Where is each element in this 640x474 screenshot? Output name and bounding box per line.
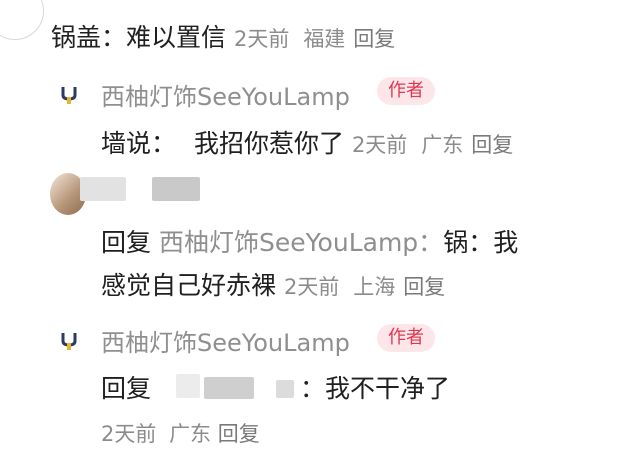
reply-row: 墙说： 我招你惹你了 2天前 广东 回复 bbox=[101, 124, 513, 160]
reply-prefix: 回复 bbox=[101, 228, 152, 257]
reply-button[interactable]: 回复 bbox=[218, 422, 260, 446]
comment-location: 福建 bbox=[303, 27, 346, 51]
reply-text: 我招你惹你了 bbox=[193, 129, 344, 158]
blurred-username bbox=[276, 380, 294, 398]
avatar[interactable] bbox=[0, 0, 44, 40]
commenter-name[interactable]: 锅盖： bbox=[51, 23, 126, 52]
comment-text: 难以置信 bbox=[126, 23, 227, 52]
reply-location: 上海 bbox=[353, 275, 396, 299]
blurred-username bbox=[152, 177, 200, 201]
reply-prefix: 回复 bbox=[101, 374, 152, 403]
blurred-username bbox=[80, 177, 126, 201]
blurred-username bbox=[176, 374, 200, 398]
reply-time: 2天前 bbox=[351, 133, 408, 157]
reply-row: 回复 bbox=[101, 369, 151, 405]
reply-row-continued: 感觉自己好赤裸 2天前 上海 回复 bbox=[101, 266, 445, 302]
reply-button[interactable]: 回复 bbox=[471, 133, 513, 157]
reply-button[interactable]: 回复 bbox=[403, 275, 445, 299]
comment-time: 2天前 bbox=[233, 27, 290, 51]
author-name[interactable]: 西柚灯饰SeeYouLamp bbox=[101, 77, 350, 112]
author-badge: 作者 bbox=[377, 324, 435, 352]
author-badge: 作者 bbox=[377, 77, 435, 105]
comment-row: 锅盖：难以置信 2天前 福建 回复 bbox=[51, 18, 395, 54]
reply-time: 2天前 bbox=[101, 422, 157, 446]
reply-target[interactable]: 墙说： bbox=[101, 129, 176, 158]
reply-meta: 2天前 广东 回复 bbox=[101, 418, 260, 448]
reply-target[interactable]: 西柚灯饰SeeYouLamp： bbox=[159, 228, 443, 257]
reply-text: 感觉自己好赤裸 bbox=[101, 271, 277, 300]
reply-location: 广东 bbox=[169, 422, 212, 446]
brand-logo-icon bbox=[61, 87, 77, 104]
brand-logo-icon bbox=[61, 333, 77, 350]
reply-button[interactable]: 回复 bbox=[353, 27, 395, 51]
reply-row: 回复 西柚灯饰SeeYouLamp：锅：我 bbox=[101, 223, 518, 259]
reply-text: 锅：我 bbox=[443, 228, 519, 257]
author-name[interactable]: 西柚灯饰SeeYouLamp bbox=[101, 323, 350, 358]
reply-time: 2天前 bbox=[283, 275, 340, 299]
reply-location: 广东 bbox=[421, 133, 464, 157]
blurred-username bbox=[204, 377, 254, 399]
reply-text: ：我不干净了 bbox=[300, 374, 451, 403]
